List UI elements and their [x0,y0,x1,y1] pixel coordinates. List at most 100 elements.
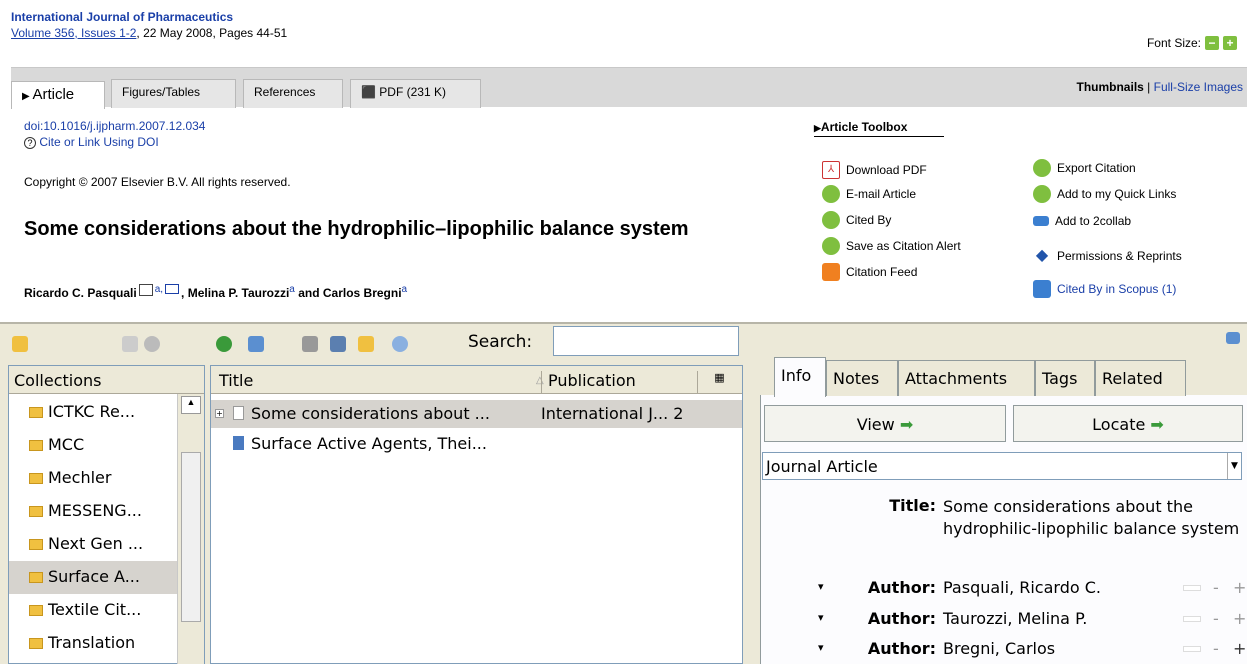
collection-item[interactable]: Textile Cit... [9,594,177,627]
tab-figures[interactable]: Figures/Tables [111,79,236,108]
publication-column-header[interactable]: Publication [541,371,636,393]
collections-header[interactable]: Collections [9,366,204,394]
email-icon[interactable] [165,284,180,294]
snapshot-icon[interactable] [330,336,346,352]
link-page-icon[interactable] [302,336,318,352]
collections-scrollbar[interactable]: ▲ [177,394,204,664]
column-picker-icon[interactable]: ▦ [697,371,741,393]
volume-link[interactable]: Volume 356, Issues 1-2 [11,26,136,40]
title-column-header[interactable]: Title [219,371,253,390]
expand-icon[interactable]: + [215,409,224,418]
full-size-link[interactable]: Full-Size Images [1154,80,1243,94]
toolbox-header: ▶Article Toolbox [814,120,944,137]
author-field-value[interactable]: Bregni, Carlos [943,639,1055,658]
thumbnails-option[interactable]: Thumbnails [1076,80,1143,94]
author-3[interactable]: and Carlos Bregni [295,286,401,300]
doi-link[interactable]: doi:10.1016/j.ijpharm.2007.12.034 [24,119,205,133]
tab-info[interactable]: Info [774,357,826,397]
title-field-value[interactable]: Some considerations about the hydrophili… [943,496,1241,540]
fullscreen-icon[interactable] [1226,332,1240,344]
new-collection-icon[interactable] [12,336,28,352]
citation-feed-link[interactable]: Citation Feed [822,263,917,281]
email-article-link[interactable]: E-mail Article [822,185,916,203]
search-icon[interactable] [392,336,408,352]
author-mode-toggle[interactable] [1183,585,1201,591]
search-label: Search: [468,332,533,352]
search-input[interactable] [553,326,739,356]
date-pages: , 22 May 2008, Pages 44-51 [136,26,288,40]
remove-author-icon[interactable]: - [1213,639,1219,658]
arrow-right-icon: ➡ [1150,415,1164,434]
edit-note-icon[interactable] [138,284,153,296]
tab-notes[interactable]: Notes [826,360,898,396]
tab-article[interactable]: ▶ Article [11,81,105,109]
author-1[interactable]: Ricardo C. Pasquali [24,286,137,300]
new-note-icon[interactable] [358,336,374,352]
author-type-chevron-icon[interactable]: ▾ [818,611,824,624]
tools-icon[interactable] [122,336,138,352]
email-icon [822,185,840,203]
scroll-up-icon[interactable]: ▲ [181,396,201,414]
journal-name[interactable]: International Journal of Pharmaceutics [11,10,233,24]
citation-alert-link[interactable]: Save as Citation Alert [822,237,961,255]
add-author-icon[interactable]: + [1233,639,1246,658]
table-row[interactable]: + Some considerations about ... Internat… [211,400,742,428]
add-author-icon[interactable]: + [1233,578,1246,597]
table-row[interactable]: Surface Active Agents, Thei... [211,430,742,458]
download-pdf-link[interactable]: ⅄ Download PDF [822,161,927,179]
scopus-cited-link[interactable]: Cited By in Scopus (1) [1033,280,1176,298]
author-field-value[interactable]: Taurozzi, Melina P. [943,609,1087,628]
author-type-chevron-icon[interactable]: ▾ [818,641,824,654]
tab-tags[interactable]: Tags [1035,360,1095,396]
add-author-icon[interactable]: + [1233,609,1246,628]
export-citation-link[interactable]: Export Citation [1033,159,1136,177]
collection-item[interactable]: Mechler [9,462,177,495]
collection-item[interactable]: Translation [9,627,177,660]
author-type-chevron-icon[interactable]: ▾ [818,580,824,593]
permissions-link[interactable]: ◆ Permissions & Reprints [1033,247,1182,265]
scroll-thumb[interactable] [181,452,201,622]
quick-links-link[interactable]: Add to my Quick Links [1033,185,1176,203]
cite-link-row[interactable]: ? Cite or Link Using DOI [24,135,159,149]
chevron-down-icon[interactable]: ▼ [1227,453,1241,479]
affiliation-ref[interactable]: a, [155,284,163,295]
author-mode-toggle[interactable] [1183,616,1201,622]
collection-item[interactable]: ICTKC Re... [9,396,177,429]
collections-panel: Collections ICTKC Re... MCC Mechler MESS… [8,365,205,664]
image-size-toggle: Thumbnails | Full-Size Images [1076,80,1243,94]
view-button[interactable]: View ➡ [764,405,1006,442]
collection-item[interactable]: Next Gen ... [9,528,177,561]
affiliation-ref[interactable]: a [402,284,408,295]
font-decrease-icon[interactable]: − [1205,36,1219,50]
2collab-icon [1033,216,1049,226]
alert-icon [822,237,840,255]
collection-item-selected[interactable]: Surface A... [9,561,177,594]
cited-by-link[interactable]: Cited By [822,211,891,229]
folder-icon [29,638,43,649]
tab-related[interactable]: Related [1095,360,1186,396]
author-mode-toggle[interactable] [1183,646,1201,652]
remove-author-icon[interactable]: - [1213,609,1219,628]
gear-icon[interactable] [144,336,160,352]
collection-item[interactable]: MESSENG... [9,495,177,528]
font-increase-icon[interactable]: + [1223,36,1237,50]
items-panel: Title △ Publication ▦ + Some considerati… [210,365,743,664]
folder-icon [29,506,43,517]
pdf-icon: ⅄ [822,161,840,179]
author-field-label: Author: [867,639,936,658]
locate-button[interactable]: Locate ➡ [1013,405,1243,442]
volume-line: Volume 356, Issues 1-2, 22 May 2008, Pag… [11,26,287,40]
new-item-url-icon[interactable] [248,336,264,352]
tab-references[interactable]: References [243,79,343,108]
add-2collab-link[interactable]: Add to 2collab [1033,214,1131,228]
link-icon [1033,185,1051,203]
remove-author-icon[interactable]: - [1213,578,1219,597]
tab-pdf[interactable]: ⬛ PDF (231 K) [350,79,481,108]
authors-line: Ricardo C. Pasquali a, , Melina P. Taurozz… [24,284,407,300]
tab-attachments[interactable]: Attachments [898,360,1035,396]
author-field-value[interactable]: Pasquali, Ricardo C. [943,578,1101,597]
new-item-icon[interactable] [216,336,232,352]
author-2[interactable]: , Melina P. Taurozzi [181,286,289,300]
collection-item[interactable]: MCC [9,429,177,462]
item-type-select[interactable]: Journal Article ▼ [762,452,1242,480]
